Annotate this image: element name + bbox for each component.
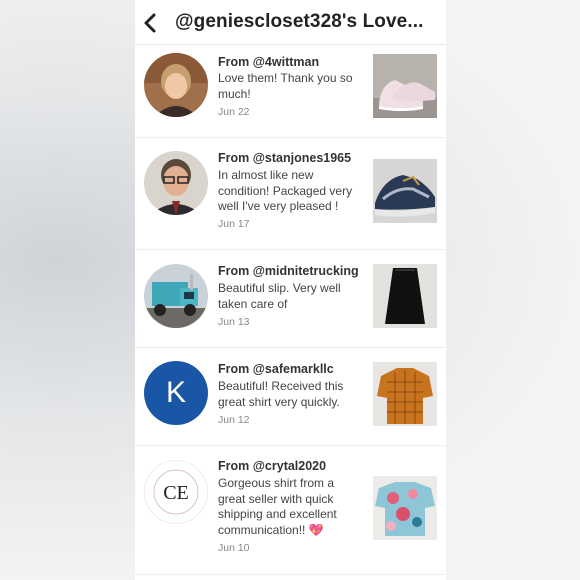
review-item[interactable]: From @4wittman Love them! Thank you so m…: [135, 44, 446, 138]
running-shoes-photo-icon: [373, 159, 437, 223]
reviewer-handle[interactable]: @crytal2020: [253, 459, 326, 473]
avatar[interactable]: [144, 264, 208, 328]
from-label: From: [218, 459, 253, 473]
review-message: Gorgeous shirt from a great seller with …: [218, 476, 337, 537]
sneakers-photo-icon: [373, 54, 437, 118]
avatar[interactable]: CE: [144, 460, 208, 524]
review-item[interactable]: From @stanjones1965 In almost like new c…: [135, 138, 446, 250]
svg-text:CE: CE: [163, 482, 189, 504]
avatar-letter: K: [165, 376, 186, 409]
avatar-photo-woman-icon: [144, 53, 208, 117]
reviewer-handle[interactable]: @4wittman: [253, 55, 319, 69]
reviewer-handle[interactable]: @safemarkllc: [253, 362, 334, 376]
monogram-logo-icon: CE: [153, 469, 199, 515]
back-arrow-icon[interactable]: [141, 12, 159, 34]
review-message: Beautiful slip. Very well taken care of: [218, 281, 341, 311]
review-date: Jun 22: [218, 106, 250, 118]
item-thumbnail[interactable]: [373, 476, 437, 540]
review-message: Love them! Thank you so much!: [218, 71, 353, 101]
review-from: From @midnitetrucking: [218, 264, 359, 278]
avatar[interactable]: [144, 53, 208, 117]
review-from: From @safemarkllc: [218, 362, 334, 376]
review-date: Jun 17: [218, 218, 250, 230]
from-label: From: [218, 55, 253, 69]
header: @geniescloset328's Love...: [135, 0, 446, 45]
review-message: In almost like new condition! Packaged v…: [218, 168, 353, 213]
plaid-shirt-photo-icon: [373, 362, 437, 426]
review-from: From @4wittman: [218, 55, 319, 69]
review-from: From @crytal2020: [218, 459, 326, 473]
review-item[interactable]: CE From @crytal2020 Gorgeous shirt from …: [135, 446, 446, 575]
review-item[interactable]: K From @safemarkllc Beautiful! Received …: [135, 348, 446, 446]
review-date: Jun 12: [218, 414, 250, 426]
from-label: From: [218, 264, 253, 278]
reviewer-handle[interactable]: @stanjones1965: [253, 151, 351, 165]
black-slip-photo-icon: [373, 264, 437, 328]
item-thumbnail[interactable]: [373, 362, 437, 426]
item-thumbnail[interactable]: [373, 54, 437, 118]
avatar[interactable]: K: [144, 361, 208, 425]
avatar[interactable]: [144, 151, 208, 215]
reviews-screen: @geniescloset328's Love... From @4wittma…: [135, 0, 446, 580]
review-date: Jun 13: [218, 316, 250, 328]
review-message: Beautiful! Received this great shirt ver…: [218, 379, 344, 409]
floral-shirt-photo-icon: [373, 476, 437, 540]
reviewer-handle[interactable]: @midnitetrucking: [253, 264, 359, 278]
avatar-photo-man-icon: [144, 151, 208, 215]
review-from: From @stanjones1965: [218, 151, 351, 165]
from-label: From: [218, 151, 253, 165]
review-date: Jun 10: [218, 542, 250, 554]
item-thumbnail[interactable]: [373, 159, 437, 223]
page-title: @geniescloset328's Love...: [175, 11, 424, 32]
avatar-photo-truck-icon: [144, 264, 208, 328]
from-label: From: [218, 362, 253, 376]
item-thumbnail[interactable]: [373, 264, 437, 328]
review-item[interactable]: From @midnitetrucking Beautiful slip. Ve…: [135, 250, 446, 348]
